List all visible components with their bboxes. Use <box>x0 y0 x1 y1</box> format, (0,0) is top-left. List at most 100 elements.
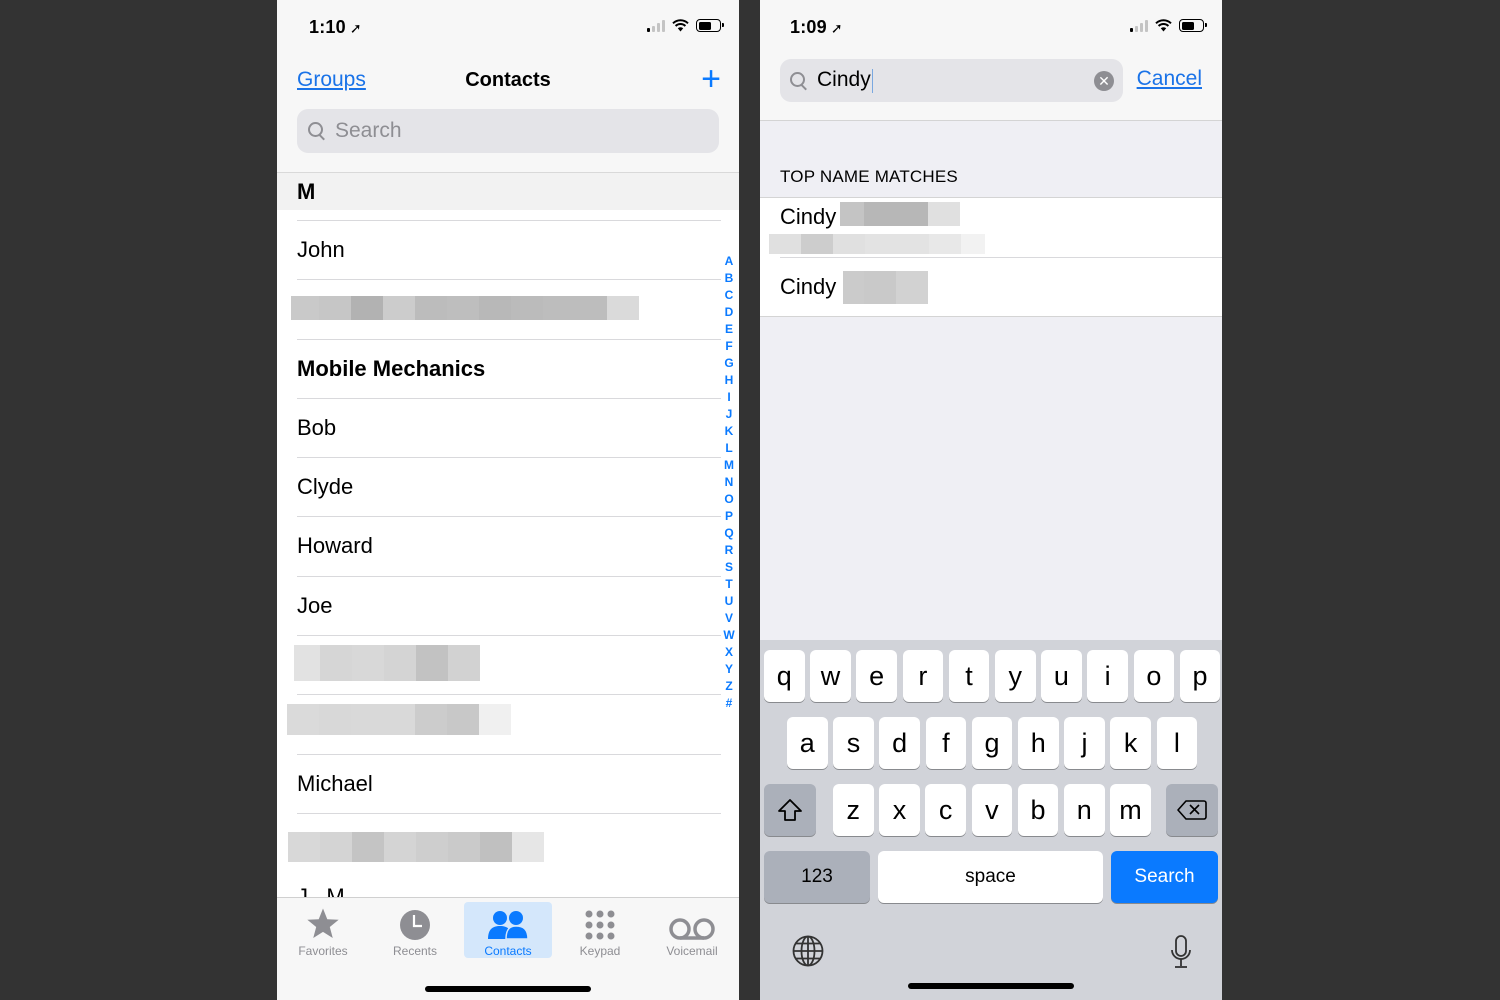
list-item[interactable]: Bob <box>297 397 721 457</box>
list-item[interactable]: Joe <box>297 575 721 635</box>
key-h[interactable]: h <box>1018 717 1059 769</box>
tab-bar: Favorites Recents Contacts Keypad Voicem… <box>277 897 739 1000</box>
space-key[interactable]: space <box>878 851 1103 903</box>
list-item[interactable]: Michael <box>297 753 721 813</box>
index-letter[interactable]: W <box>723 627 734 644</box>
index-letter[interactable]: Y <box>725 661 733 678</box>
key-w[interactable]: w <box>810 650 851 702</box>
keypad-icon <box>585 910 615 940</box>
key-p[interactable]: p <box>1179 650 1221 702</box>
index-letter[interactable]: B <box>725 270 734 287</box>
partial-list-item[interactable]: J.. M.. <box>297 884 357 898</box>
index-letter[interactable]: T <box>725 576 732 593</box>
tab-voicemail[interactable]: Voicemail <box>648 902 736 958</box>
index-letter[interactable]: N <box>725 474 734 491</box>
key-t[interactable]: t <box>948 650 990 702</box>
index-letter[interactable]: I <box>727 389 730 406</box>
add-contact-button[interactable]: + <box>701 62 721 96</box>
key-b[interactable]: b <box>1017 784 1059 836</box>
key-a[interactable]: a <box>787 717 828 769</box>
index-letter[interactable]: C <box>725 287 734 304</box>
index-letter[interactable]: X <box>725 644 733 661</box>
key-r[interactable]: r <box>902 650 944 702</box>
backspace-key[interactable] <box>1166 784 1218 836</box>
index-letter[interactable]: O <box>724 491 733 508</box>
index-letter[interactable]: U <box>725 593 734 610</box>
index-letter[interactable]: Z <box>725 678 732 695</box>
index-letter[interactable]: E <box>725 321 733 338</box>
list-item[interactable]: Clyde <box>297 457 721 516</box>
shift-key[interactable] <box>764 784 816 836</box>
list-item[interactable]: Mobile Mechanics <box>297 338 721 398</box>
key-q[interactable]: q <box>764 650 805 702</box>
search-value[interactable]: Cindy <box>817 68 874 93</box>
contacts-list: John Mobile Mechanics Bob Clyde Howard J… <box>277 220 739 872</box>
list-item[interactable] <box>291 279 721 338</box>
key-y[interactable]: y <box>995 650 1036 702</box>
microphone-icon[interactable] <box>1170 935 1192 969</box>
key-i[interactable]: i <box>1087 650 1128 702</box>
cancel-button[interactable]: Cancel <box>1137 67 1202 91</box>
clear-search-button[interactable]: ✕ <box>1094 71 1114 91</box>
alphabet-index-scrubber[interactable]: A B C D E F G H I J K L M N O P Q R S T U V W X Y Z # <box>722 253 736 712</box>
key-s[interactable]: s <box>833 717 874 769</box>
tab-contacts[interactable]: Contacts <box>464 902 552 958</box>
index-letter[interactable]: S <box>725 559 733 576</box>
index-letter[interactable]: M <box>724 457 734 474</box>
list-item[interactable] <box>287 694 721 753</box>
index-letter[interactable]: H <box>725 372 734 389</box>
key-j[interactable]: j <box>1064 717 1105 769</box>
list-item[interactable] <box>294 635 721 694</box>
key-n[interactable]: n <box>1064 784 1105 836</box>
result-item[interactable]: Cindy <box>780 257 1222 316</box>
key-c[interactable]: c <box>925 784 966 836</box>
key-e[interactable]: e <box>856 650 897 702</box>
index-letter[interactable]: # <box>726 695 733 712</box>
key-v[interactable]: v <box>971 784 1013 836</box>
search-key[interactable]: Search <box>1111 851 1218 903</box>
list-item[interactable]: John <box>297 220 721 279</box>
key-f[interactable]: f <box>925 717 967 769</box>
tab-keypad[interactable]: Keypad <box>556 902 644 958</box>
key-l[interactable]: l <box>1156 717 1198 769</box>
wifi-icon <box>672 19 689 32</box>
key-u[interactable]: u <box>1041 650 1082 702</box>
index-letter[interactable]: J <box>726 406 733 423</box>
key-g[interactable]: g <box>971 717 1013 769</box>
key-k[interactable]: k <box>1110 717 1151 769</box>
index-letter[interactable]: V <box>725 610 733 627</box>
index-letter[interactable]: L <box>725 440 732 457</box>
index-letter[interactable]: R <box>725 542 734 559</box>
globe-icon[interactable] <box>792 935 824 967</box>
search-icon <box>307 121 327 141</box>
cellular-signal-icon <box>1130 19 1148 32</box>
numbers-key[interactable]: 123 <box>764 851 870 903</box>
redacted-surname <box>843 271 928 304</box>
search-input[interactable]: Search <box>297 109 719 153</box>
result-item[interactable]: Cindy <box>760 198 1222 257</box>
cellular-signal-icon <box>647 19 665 32</box>
tab-recents[interactable]: Recents <box>371 902 459 958</box>
text-cursor <box>871 68 874 93</box>
list-item[interactable] <box>288 812 721 872</box>
key-o[interactable]: o <box>1133 650 1175 702</box>
index-letter[interactable]: Q <box>724 525 733 542</box>
search-placeholder: Search <box>335 119 402 142</box>
index-letter[interactable]: A <box>725 253 734 270</box>
index-letter[interactable]: K <box>725 423 734 440</box>
key-m[interactable]: m <box>1110 784 1151 836</box>
page-title: Contacts <box>465 69 551 91</box>
search-icon <box>789 71 809 91</box>
key-z[interactable]: z <box>833 784 874 836</box>
key-x[interactable]: x <box>879 784 920 836</box>
index-letter[interactable]: D <box>725 304 734 321</box>
contacts-screen: 1:10 ➚ Groups Contacts + Search M John Mo… <box>277 0 739 1000</box>
shift-icon <box>778 799 802 821</box>
index-letter[interactable]: G <box>724 355 733 372</box>
index-letter[interactable]: F <box>725 338 732 355</box>
list-item[interactable]: Howard <box>297 516 721 575</box>
tab-favorites[interactable]: Favorites <box>279 902 367 958</box>
key-d[interactable]: d <box>879 717 920 769</box>
index-letter[interactable]: P <box>725 508 733 525</box>
search-input[interactable]: Cindy ✕ <box>780 59 1123 102</box>
